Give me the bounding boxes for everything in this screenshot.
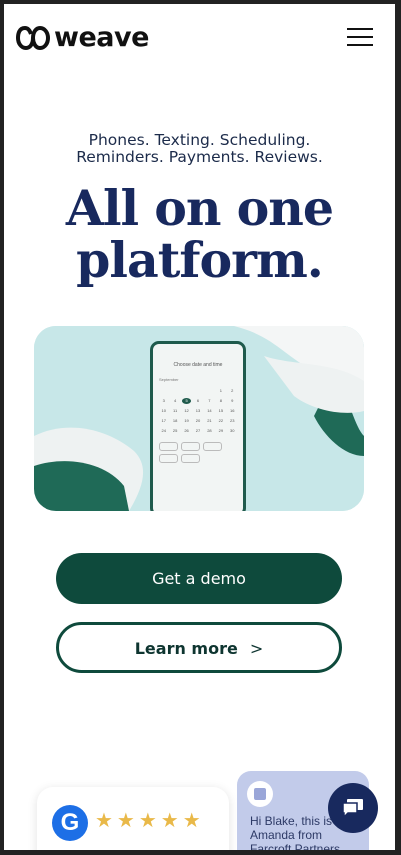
weave-logo-mark-icon [16, 25, 50, 50]
brand-name: weave [54, 22, 149, 53]
hero-headline: All on one platform. [65, 179, 334, 289]
phone-mockup: Choose date and time September 12 345678… [150, 341, 246, 511]
chevron-right-icon: > [249, 639, 264, 658]
hamburger-menu-icon[interactable] [347, 28, 373, 48]
chat-button[interactable] [328, 783, 378, 833]
learn-more-button[interactable]: Learn more > [56, 622, 342, 673]
calendar-icon [247, 781, 273, 807]
page: weave Phones. Texting. Scheduling. Remin… [4, 4, 395, 850]
weave-logo[interactable]: weave [16, 24, 149, 51]
learn-more-label: Learn more [134, 639, 238, 658]
chat-icon [342, 799, 363, 818]
google-icon: G [52, 805, 88, 841]
hero-tagline: Phones. Texting. Scheduling. Reminders. … [76, 131, 323, 166]
get-demo-button[interactable]: Get a demo [56, 553, 342, 604]
star-rating: ★★★★★ [95, 810, 205, 832]
get-demo-label: Get a demo [152, 569, 246, 588]
hero-image: Choose date and time September 12 345678… [34, 326, 364, 511]
google-review-card: G ★★★★★ [37, 787, 229, 850]
